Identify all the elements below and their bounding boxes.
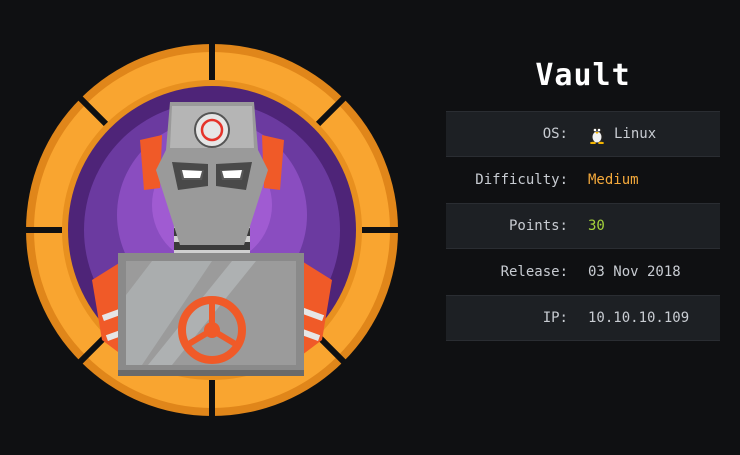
info-key-release: Release: — [500, 264, 568, 280]
machine-info-table: OS: Linux Difficulty: Medium Points: 30 … — [446, 111, 720, 341]
linux-penguin-icon — [590, 127, 604, 144]
info-row-difficulty: Difficulty: Medium — [446, 157, 720, 203]
info-key-ip: IP: — [542, 310, 568, 326]
info-value-release: 03 Nov 2018 — [588, 264, 681, 280]
info-key-difficulty: Difficulty: — [475, 172, 568, 188]
robot-vault-icon — [24, 42, 400, 418]
info-key-os: OS: — [542, 126, 568, 142]
os-name: Linux — [614, 126, 657, 142]
info-value-os: Linux — [588, 124, 656, 144]
machine-avatar — [22, 40, 402, 420]
info-value-points: 30 — [588, 218, 605, 234]
info-key-points: Points: — [508, 218, 568, 234]
info-value-difficulty: Medium — [588, 172, 639, 188]
info-row-os: OS: Linux — [446, 111, 720, 157]
info-row-release: Release: 03 Nov 2018 — [446, 249, 720, 295]
machine-name: Vault — [535, 58, 631, 93]
info-row-ip: IP: 10.10.10.109 — [446, 295, 720, 341]
info-value-ip: 10.10.10.109 — [588, 310, 690, 326]
info-row-points: Points: 30 — [446, 203, 720, 249]
